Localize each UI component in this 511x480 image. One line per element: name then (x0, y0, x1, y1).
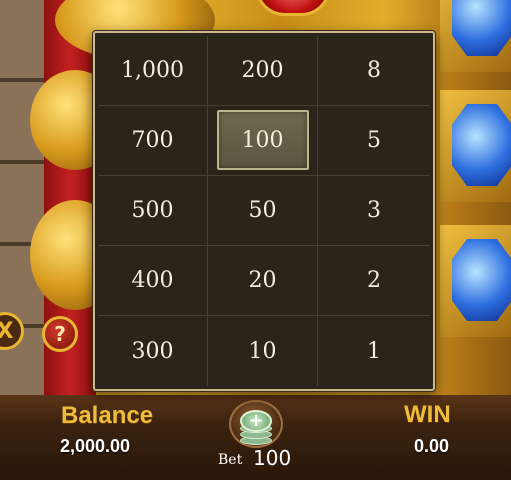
bet-option[interactable]: 300 (98, 316, 208, 386)
blue-gem-icon (452, 0, 511, 56)
bet-option-selected[interactable]: 100 (208, 106, 318, 176)
blue-gem-symbol (440, 90, 511, 202)
plus-icon: + (248, 410, 264, 431)
bet-option[interactable]: 8 (318, 36, 430, 106)
bet-option[interactable]: 400 (98, 246, 208, 316)
win-label: WIN (404, 401, 451, 428)
bet-option[interactable]: 700 (98, 106, 208, 176)
bet-option[interactable]: 200 (208, 36, 318, 106)
bet-option[interactable]: 50 (208, 176, 318, 246)
bet-option[interactable]: 1 (318, 316, 430, 386)
help-icon: ? (54, 322, 66, 346)
balance-value: 2,000.00 (60, 436, 131, 456)
bet-options-grid: 1,000 200 8 700 100 5 500 50 3 400 20 2 … (98, 36, 430, 386)
win-value: 0.00 (414, 436, 450, 456)
blue-gem-icon (452, 104, 511, 186)
bet-option[interactable]: 3 (318, 176, 430, 246)
blue-gem-symbol (440, 225, 511, 337)
balance-label: Balance (61, 402, 154, 429)
bet-option[interactable]: 1,000 (98, 36, 208, 106)
bet-option[interactable]: 2 (318, 246, 430, 316)
blue-gem-icon (452, 239, 511, 321)
bet-selection-panel: 1,000 200 8 700 100 5 500 50 3 400 20 2 … (93, 31, 435, 391)
red-gem-symbol (255, 0, 331, 16)
bet-value: 100 (253, 446, 292, 470)
bet-option[interactable]: 500 (98, 176, 208, 246)
bet-button[interactable]: + (229, 400, 283, 448)
autoplay-icon: X (0, 318, 14, 344)
bet-option[interactable]: 5 (318, 106, 430, 176)
help-button[interactable]: ? (42, 316, 78, 352)
bet-option[interactable]: 10 (208, 316, 318, 386)
coin-stack-plus-icon: + (240, 410, 272, 432)
bet-label: Bet (218, 452, 243, 468)
blue-gem-symbol (440, 0, 511, 72)
bet-option[interactable]: 20 (208, 246, 318, 316)
